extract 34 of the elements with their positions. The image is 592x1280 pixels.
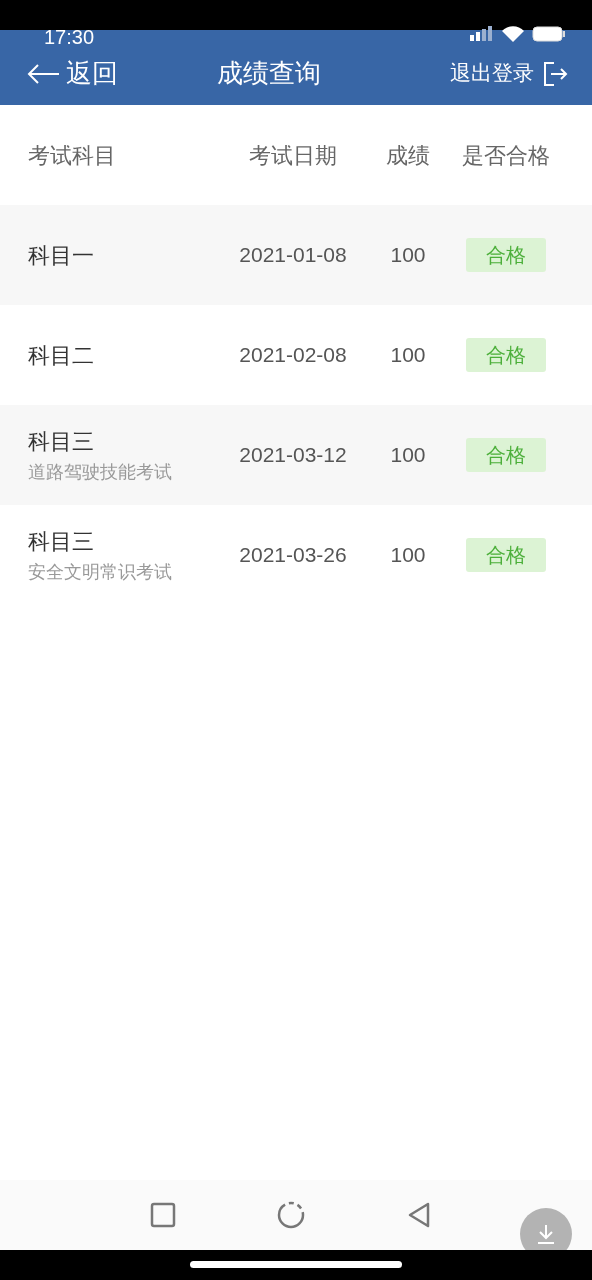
column-header: 考试科目: [28, 142, 116, 168]
status-time: 17:30: [44, 25, 95, 50]
column-header: 成绩: [386, 142, 430, 168]
exam-date: 2021-01-08: [239, 243, 347, 267]
subject-text: 科目三: [28, 528, 95, 556]
back-arrow-icon: [26, 62, 60, 85]
square-nav-icon[interactable]: [150, 1202, 176, 1228]
result-tag: 合格: [466, 438, 546, 472]
score-value: 100: [390, 243, 426, 267]
subject-subtitle: 安全文明常识考试: [28, 560, 173, 584]
score-value: 100: [390, 343, 426, 367]
exam-date: 2021-03-26: [239, 543, 347, 567]
back-button[interactable]: 返回: [26, 54, 118, 93]
logout-icon: [542, 60, 568, 87]
column-header: 是否合格: [462, 141, 550, 170]
exam-date: 2021-02-08: [239, 343, 347, 367]
signal-icon: [470, 26, 494, 42]
circle-nav-icon[interactable]: [276, 1200, 306, 1230]
subject-text: 科目一: [28, 241, 95, 270]
battery-icon: [532, 26, 566, 42]
subject-text: 科目二: [28, 341, 95, 370]
wifi-icon: [502, 26, 524, 42]
logout-button[interactable]: 退出登录: [450, 57, 568, 90]
score-value: 100: [390, 543, 426, 567]
result-tag: 合格: [466, 338, 546, 372]
result-tag: 合格: [466, 538, 546, 572]
column-header: 考试日期: [249, 142, 337, 168]
subject-subtitle: 道路驾驶技能考试: [28, 460, 173, 484]
back-nav-icon[interactable]: [406, 1201, 432, 1229]
subject-text: 科目三: [28, 428, 95, 456]
page-title: 成绩查询: [216, 57, 322, 90]
score-value: 100: [390, 443, 426, 467]
result-tag: 合格: [466, 238, 546, 272]
exam-date: 2021-03-12: [239, 443, 347, 467]
